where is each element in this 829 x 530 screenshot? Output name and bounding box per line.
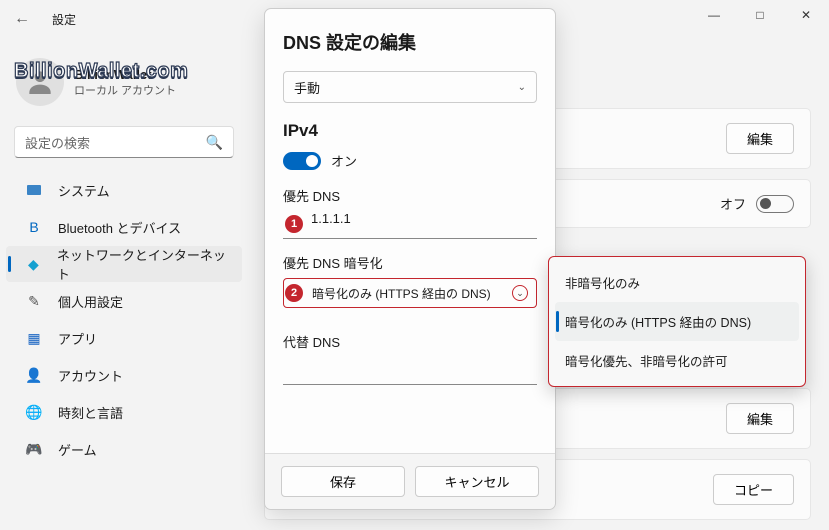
preferred-dns-enc-value: 暗号化のみ (HTTPS 経由の DNS) xyxy=(312,285,491,302)
nav-label: ゲーム xyxy=(58,440,97,459)
nav-icon xyxy=(24,185,44,195)
avatar-icon xyxy=(16,58,64,106)
preferred-dns-enc-select[interactable]: 暗号化のみ (HTTPS 経由の DNS) ⌄ xyxy=(283,278,537,308)
ipv4-toggle[interactable] xyxy=(283,152,321,170)
dropdown-option-encrypted-preferred[interactable]: 暗号化優先、非暗号化の許可 xyxy=(555,341,799,380)
dropdown-option-unencrypted[interactable]: 非暗号化のみ xyxy=(555,263,799,302)
nav-label: アカウント xyxy=(58,366,123,385)
search-icon: 🔍 xyxy=(206,134,223,151)
nav-label: ネットワークとインターネット xyxy=(57,245,228,283)
nav-label: アプリ xyxy=(58,329,97,348)
cancel-button[interactable]: キャンセル xyxy=(415,466,539,497)
minimize-button[interactable]: ― xyxy=(691,0,737,30)
search-placeholder: 設定の検索 xyxy=(25,133,90,152)
preferred-dns-input[interactable]: 1.1.1.1 xyxy=(283,211,537,239)
nav-icon: 🌐 xyxy=(24,404,44,421)
edit-button-2[interactable]: 編集 xyxy=(726,403,794,434)
sidebar-item-4[interactable]: ▦ アプリ xyxy=(6,320,242,356)
toggle-label-off: オフ xyxy=(720,194,746,213)
nav-label: システム xyxy=(58,181,110,200)
sidebar-item-0[interactable]: システム xyxy=(6,172,242,208)
nav-icon: ✎ xyxy=(24,293,44,310)
profile-name: BillionWallet xyxy=(74,67,176,82)
nav-icon: B xyxy=(24,219,44,235)
sidebar-item-5[interactable]: 👤 アカウント xyxy=(6,357,242,393)
sidebar-item-6[interactable]: 🌐 時刻と言語 xyxy=(6,394,242,430)
alternate-dns-input[interactable] xyxy=(283,357,537,385)
edit-button[interactable]: 編集 xyxy=(726,123,794,154)
save-button[interactable]: 保存 xyxy=(281,466,405,497)
chevron-down-icon: ⌄ xyxy=(512,285,528,301)
sidebar-item-1[interactable]: B Bluetooth とデバイス xyxy=(6,209,242,245)
encryption-dropdown[interactable]: 非暗号化のみ 暗号化のみ (HTTPS 経由の DNS) 暗号化優先、非暗号化の… xyxy=(548,256,806,387)
callout-badge-1: 1 xyxy=(285,215,303,233)
nav-icon: 👤 xyxy=(24,367,44,384)
ipv4-heading: IPv4 xyxy=(283,121,537,141)
preferred-dns-label: 優先 DNS xyxy=(283,186,537,205)
nav-icon: ▦ xyxy=(24,330,44,347)
preferred-dns-enc-label: 優先 DNS 暗号化 xyxy=(283,253,537,272)
sidebar-item-2[interactable]: ◆ ネットワークとインターネット xyxy=(6,246,242,282)
mode-value: 手動 xyxy=(294,78,320,97)
profile-sub: ローカル アカウント xyxy=(74,82,176,98)
window-title: 設定 xyxy=(52,11,76,28)
alternate-dns-label: 代替 DNS xyxy=(283,332,537,351)
sidebar-item-7[interactable]: 🎮 ゲーム xyxy=(6,431,242,467)
dns-edit-dialog: DNS 設定の編集 手動 ⌄ IPv4 オン 優先 DNS 1 1.1.1.1 … xyxy=(264,8,556,510)
maximize-button[interactable]: □ xyxy=(737,0,783,30)
sidebar-item-3[interactable]: ✎ 個人用設定 xyxy=(6,283,242,319)
copy-button[interactable]: コピー xyxy=(713,474,794,505)
nav-label: 個人用設定 xyxy=(58,292,123,311)
dialog-title: DNS 設定の編集 xyxy=(283,29,537,55)
dropdown-option-encrypted-only[interactable]: 暗号化のみ (HTTPS 経由の DNS) xyxy=(555,302,799,341)
nav-icon: ◆ xyxy=(24,256,43,273)
nav-label: Bluetooth とデバイス xyxy=(58,218,181,237)
nav-icon: 🎮 xyxy=(24,441,44,458)
callout-badge-2: 2 xyxy=(285,284,303,302)
toggle-label-on: オン xyxy=(331,151,357,170)
metered-toggle[interactable] xyxy=(756,195,794,213)
mode-select[interactable]: 手動 ⌄ xyxy=(283,71,537,103)
chevron-down-icon: ⌄ xyxy=(518,82,526,93)
search-input[interactable]: 設定の検索 🔍 xyxy=(14,126,234,158)
close-button[interactable]: ✕ xyxy=(783,0,829,30)
back-arrow-icon[interactable]: ← xyxy=(14,10,38,28)
profile-block[interactable]: BillionWallet ローカル アカウント xyxy=(0,48,248,116)
nav-label: 時刻と言語 xyxy=(58,403,123,422)
preferred-dns-value: 1.1.1.1 xyxy=(311,211,351,226)
